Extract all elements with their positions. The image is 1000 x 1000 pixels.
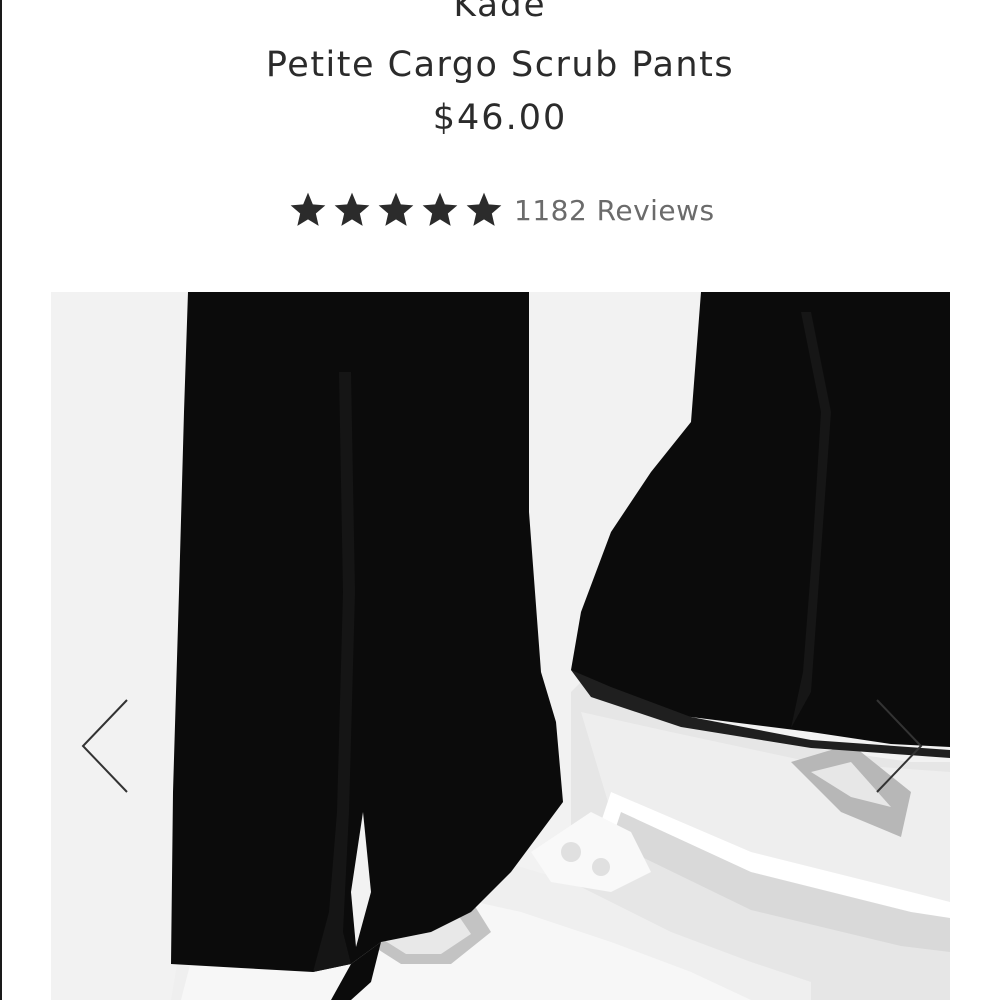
star-icon <box>378 192 414 226</box>
product-brand: Kade <box>453 0 547 25</box>
chevron-left-icon[interactable] <box>79 692 139 802</box>
page-edge <box>0 0 2 1000</box>
reviews-link[interactable]: 1182 Reviews <box>514 194 715 227</box>
star-icon <box>422 192 458 226</box>
product-price: $46.00 <box>432 98 568 138</box>
product-rating[interactable]: 1182 Reviews <box>288 190 715 230</box>
chevron-right-icon[interactable] <box>871 692 931 802</box>
product-gallery[interactable] <box>51 292 950 1000</box>
star-icon <box>466 192 502 226</box>
star-icon <box>290 192 326 226</box>
product-title: Petite Cargo Scrub Pants <box>265 45 735 85</box>
star-icon <box>334 192 370 226</box>
product-photo <box>51 292 950 1000</box>
